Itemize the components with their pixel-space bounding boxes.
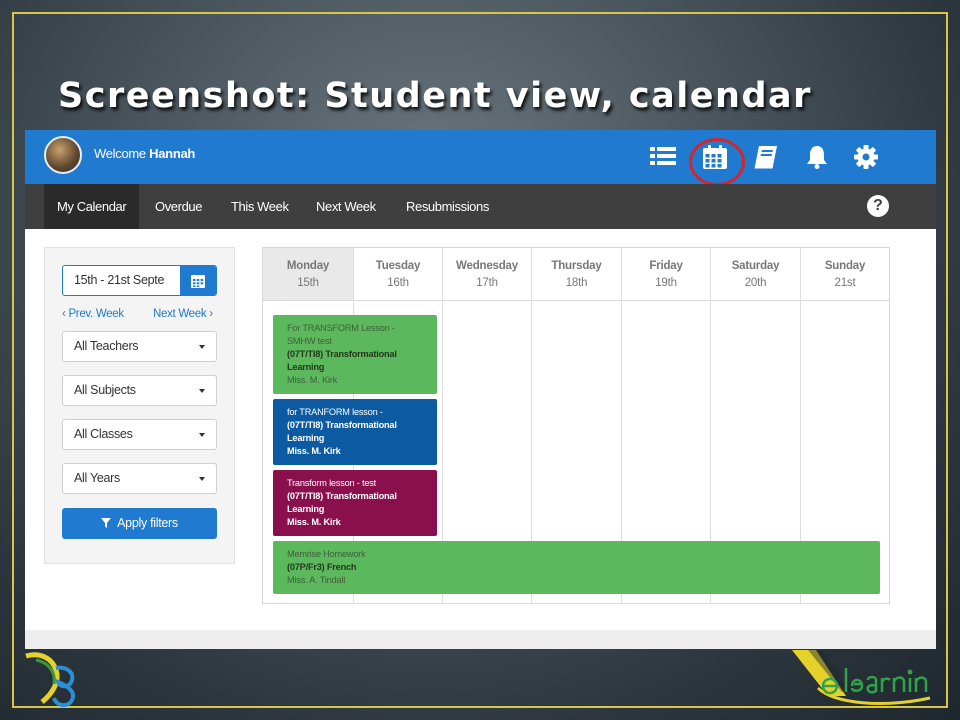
classes-select-value: All Classes xyxy=(74,427,133,441)
caret-down-icon xyxy=(199,433,205,437)
day-header: Friday 19th xyxy=(622,248,710,301)
calendar-icon xyxy=(191,275,205,288)
day-header: Monday 15th xyxy=(263,248,353,301)
day-header: Tuesday 16th xyxy=(354,248,442,301)
event-class: (07T/TI8) Transformational Learning xyxy=(287,491,397,514)
list-icon[interactable] xyxy=(649,144,677,170)
caret-down-icon xyxy=(199,477,205,481)
calendar-event[interactable]: Memrise Homework (07P/Fr3) French Miss. … xyxy=(273,541,880,594)
week-calendar: Monday 15th Tuesday 16th Wednesday 17th … xyxy=(262,247,890,604)
day-header: Wednesday 17th xyxy=(443,248,531,301)
event-teacher: Miss. M. Kirk xyxy=(287,517,341,527)
day-name: Thursday xyxy=(551,260,602,272)
day-date: 18th xyxy=(565,277,588,289)
apply-filters-button[interactable]: Apply filters xyxy=(62,508,217,539)
date-range-input[interactable]: 15th - 21st Septe xyxy=(74,266,178,295)
event-title: Memrise Homework xyxy=(287,549,366,559)
calendar-event[interactable]: for TRANFORM lesson - (07T/TI8) Transfor… xyxy=(273,399,437,465)
day-name: Friday xyxy=(649,260,683,272)
top-bar: Welcome Hannah xyxy=(25,130,936,186)
calendar-event[interactable]: Transform lesson - test (07T/TI8) Transf… xyxy=(273,470,437,536)
avatar[interactable] xyxy=(44,136,82,174)
teachers-select-value: All Teachers xyxy=(74,339,139,353)
tab-resubmissions[interactable]: Resubmissions xyxy=(393,184,502,229)
book-icon[interactable] xyxy=(753,144,779,170)
day-date: 19th xyxy=(655,277,677,289)
classes-select[interactable]: All Classes xyxy=(62,419,217,450)
apply-filters-label: Apply filters xyxy=(117,516,178,530)
bell-icon[interactable] xyxy=(804,144,830,170)
day-header: Sunday 21st xyxy=(801,248,889,301)
app-footer xyxy=(25,630,936,649)
filter-icon xyxy=(101,518,112,528)
school-logo xyxy=(22,650,84,710)
day-name: Tuesday xyxy=(375,260,421,272)
caret-down-icon xyxy=(199,345,205,349)
user-name: Hannah xyxy=(149,146,196,161)
caret-down-icon xyxy=(199,389,205,393)
tab-overdue[interactable]: Overdue xyxy=(142,184,215,229)
day-date: 15th xyxy=(297,277,319,289)
sub-nav: My Calendar Overdue This Week Next Week … xyxy=(25,184,936,229)
event-teacher: Miss. M. Kirk xyxy=(287,375,337,385)
subjects-select[interactable]: All Subjects xyxy=(62,375,217,406)
help-icon[interactable]: ? xyxy=(867,195,889,217)
slide-title: Screenshot: Student view, calendar xyxy=(58,76,812,116)
event-title: For TRANSFORM Lesson - SMHW test xyxy=(287,323,395,346)
tab-this-week[interactable]: This Week xyxy=(218,184,302,229)
welcome-prefix: Welcome xyxy=(94,146,150,161)
event-class: (07P/Fr3) French xyxy=(287,562,357,572)
elearning-logo xyxy=(788,648,938,710)
prev-week-link[interactable]: ‹ Prev. Week xyxy=(62,308,124,320)
chevron-right-icon: › xyxy=(209,308,213,320)
day-date: 20th xyxy=(744,277,767,289)
event-teacher: Miss. M. Kirk xyxy=(287,446,341,456)
day-header: Thursday 18th xyxy=(532,248,621,301)
calendar-event[interactable]: For TRANSFORM Lesson - SMHW test (07T/TI… xyxy=(273,315,437,394)
next-week-link[interactable]: Next Week › xyxy=(153,308,213,320)
app-window: Welcome Hannah My Calendar Overdue This … xyxy=(25,130,936,649)
tab-next-week[interactable]: Next Week xyxy=(303,184,389,229)
gear-icon[interactable] xyxy=(853,144,879,170)
welcome-message: Welcome Hannah xyxy=(94,146,195,161)
subjects-select-value: All Subjects xyxy=(74,383,136,397)
day-date: 17th xyxy=(476,277,498,289)
event-title: for TRANFORM lesson - xyxy=(287,407,383,417)
prev-week-label: Prev. Week xyxy=(68,308,124,320)
date-picker-button[interactable] xyxy=(180,266,216,295)
event-class: (07T/TI8) Transformational Learning xyxy=(287,349,397,372)
day-name: Sunday xyxy=(824,260,866,272)
chevron-left-icon: ‹ xyxy=(62,308,66,320)
day-name: Wednesday xyxy=(456,260,518,272)
day-name: Monday xyxy=(286,260,330,272)
day-date: 21st xyxy=(834,277,856,289)
filter-panel: 15th - 21st Septe ‹ Prev. Week Next Week… xyxy=(44,247,235,564)
day-date: 16th xyxy=(387,277,409,289)
highlight-ring xyxy=(689,138,745,186)
date-range-picker[interactable]: 15th - 21st Septe xyxy=(62,265,217,296)
teachers-select[interactable]: All Teachers xyxy=(62,331,217,362)
years-select[interactable]: All Years xyxy=(62,463,217,494)
event-class: (07T/TI8) Transformational Learning xyxy=(287,420,397,443)
day-name: Saturday xyxy=(731,260,780,272)
event-teacher: Miss. A. Tindall xyxy=(287,575,346,585)
event-title: Transform lesson - test xyxy=(287,478,377,488)
years-select-value: All Years xyxy=(74,471,120,485)
next-week-label: Next Week xyxy=(153,308,207,320)
day-header: Saturday 20th xyxy=(711,248,800,301)
tab-my-calendar[interactable]: My Calendar xyxy=(44,184,140,229)
